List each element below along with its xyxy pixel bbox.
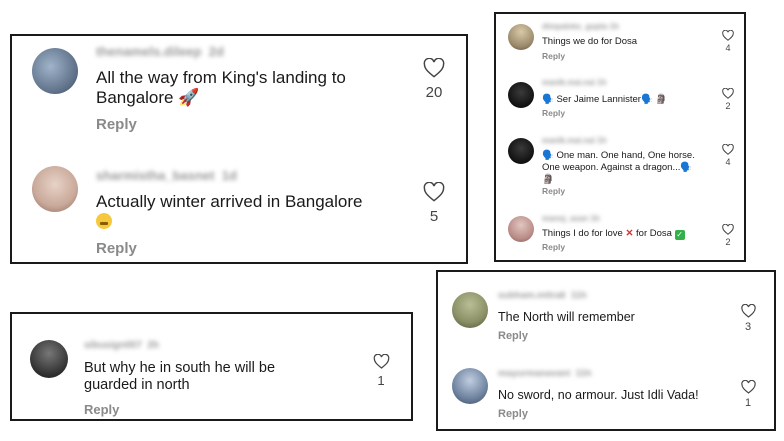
reply-button[interactable]: Reply: [498, 330, 528, 342]
username[interactable]: sibusign007 2h: [84, 340, 159, 351]
avatar[interactable]: [508, 82, 534, 108]
heart-outline-icon: [423, 182, 445, 202]
avatar[interactable]: [32, 48, 78, 94]
comment-item: dimpalsks_gupta 1h Things we do for Dosa…: [496, 14, 744, 70]
reply-button[interactable]: Reply: [542, 108, 565, 118]
like-count: 2: [725, 101, 731, 111]
like-count: 3: [744, 321, 752, 333]
comment-text: But why he in south he will be guarded i…: [84, 360, 276, 394]
comment-item: subham.mitra6 11h The North will remembe…: [438, 272, 774, 352]
like-button[interactable]: 3: [736, 304, 760, 333]
username[interactable]: manik.mai.nai 1h: [542, 78, 607, 87]
like-count: 4: [725, 43, 731, 53]
heart-outline-icon: [423, 58, 445, 78]
reply-button[interactable]: Reply: [96, 116, 137, 133]
like-count: 1: [377, 373, 385, 388]
like-count: 4: [725, 157, 731, 167]
comment-item: sharmistha_basnet 1d Actually winter arr…: [12, 154, 466, 264]
heart-outline-icon: [740, 380, 756, 394]
like-count: 1: [744, 397, 752, 409]
comment-text: No sword, no armour. Just Idli Vada!: [498, 388, 699, 402]
username[interactable]: sharmistha_basnet 1d: [96, 168, 237, 183]
reply-button[interactable]: Reply: [498, 408, 528, 420]
like-button[interactable]: 2: [718, 88, 738, 111]
comment-text: 🗣️ One man. One hand, One horse. One wea…: [542, 150, 695, 185]
heart-outline-icon: [740, 304, 756, 318]
reply-button[interactable]: Reply: [542, 186, 565, 196]
like-count: 20: [425, 84, 443, 101]
comment-text: Things I do for love ✕ for Dosa ✓: [542, 228, 685, 240]
comment-item: mayurmanavani 11h No sword, no armour. J…: [438, 352, 774, 430]
comment-text: Things we do for Dosa: [542, 36, 638, 47]
comment-panel-2: dimpalsks_gupta 1h Things we do for Dosa…: [494, 12, 746, 262]
rocket-emoji: 🚀: [178, 88, 200, 108]
comment-item: thenamels.dileep 2d All the way from Kin…: [12, 36, 466, 151]
like-button[interactable]: 4: [718, 144, 738, 167]
comment-text: All the way from King's landing to Banga…: [96, 68, 346, 108]
avatar[interactable]: [452, 292, 488, 328]
heart-outline-icon: [373, 354, 389, 369]
like-count: 5: [429, 208, 439, 225]
comment-item: manik.mai.nai 1h 🗣️ One man. One hand, O…: [496, 132, 744, 210]
comment-text: Actually winter arrived in Bangalore: [96, 192, 406, 233]
heart-outline-icon: [722, 144, 734, 155]
username[interactable]: dimpalsks_gupta 1h: [542, 22, 619, 31]
comment-item: sibusign007 2h But why he in south he wi…: [12, 314, 411, 419]
heart-outline-icon: [722, 224, 734, 235]
like-button[interactable]: 1: [736, 380, 760, 409]
avatar[interactable]: [452, 368, 488, 404]
like-button[interactable]: 2: [718, 224, 738, 247]
heart-outline-icon: [722, 88, 734, 99]
like-button[interactable]: 4: [718, 30, 738, 53]
reply-button[interactable]: Reply: [542, 51, 565, 61]
username[interactable]: mayurmanavani 11h: [498, 368, 591, 379]
reply-button[interactable]: Reply: [84, 402, 119, 417]
avatar[interactable]: [508, 216, 534, 242]
username[interactable]: subham.mitra6 11h: [498, 290, 587, 301]
reply-button[interactable]: Reply: [542, 242, 565, 252]
like-button[interactable]: 1: [368, 354, 394, 388]
like-button[interactable]: 5: [416, 182, 452, 225]
like-count: 2: [725, 237, 731, 247]
username[interactable]: manoj_asan 1h: [542, 214, 600, 223]
comment-text: The North will remember: [498, 310, 635, 324]
avatar[interactable]: [30, 340, 68, 378]
like-button[interactable]: 20: [416, 58, 452, 101]
username[interactable]: manik.mai.nai 1h: [542, 136, 607, 145]
avatar[interactable]: [508, 138, 534, 164]
heart-outline-icon: [722, 30, 734, 41]
avatar[interactable]: [508, 24, 534, 50]
comment-item: manik.mai.nai 1h 🗣️ Ser Jaime Lannister🗣…: [496, 72, 744, 130]
comment-panel-4: subham.mitra6 11h The North will remembe…: [436, 270, 776, 431]
avatar[interactable]: [32, 166, 78, 212]
comment-panel-1: thenamels.dileep 2d All the way from Kin…: [10, 34, 468, 264]
grimace-emoji: [96, 213, 112, 230]
reply-button[interactable]: Reply: [96, 240, 137, 257]
comment-panel-3: sibusign007 2h But why he in south he wi…: [10, 312, 413, 421]
comment-item: manoj_asan 1h Things I do for love ✕ for…: [496, 210, 744, 260]
comment-text: 🗣️ Ser Jaime Lannister🗣️ 🗿: [542, 94, 668, 105]
username[interactable]: thenamels.dileep 2d: [96, 44, 224, 59]
